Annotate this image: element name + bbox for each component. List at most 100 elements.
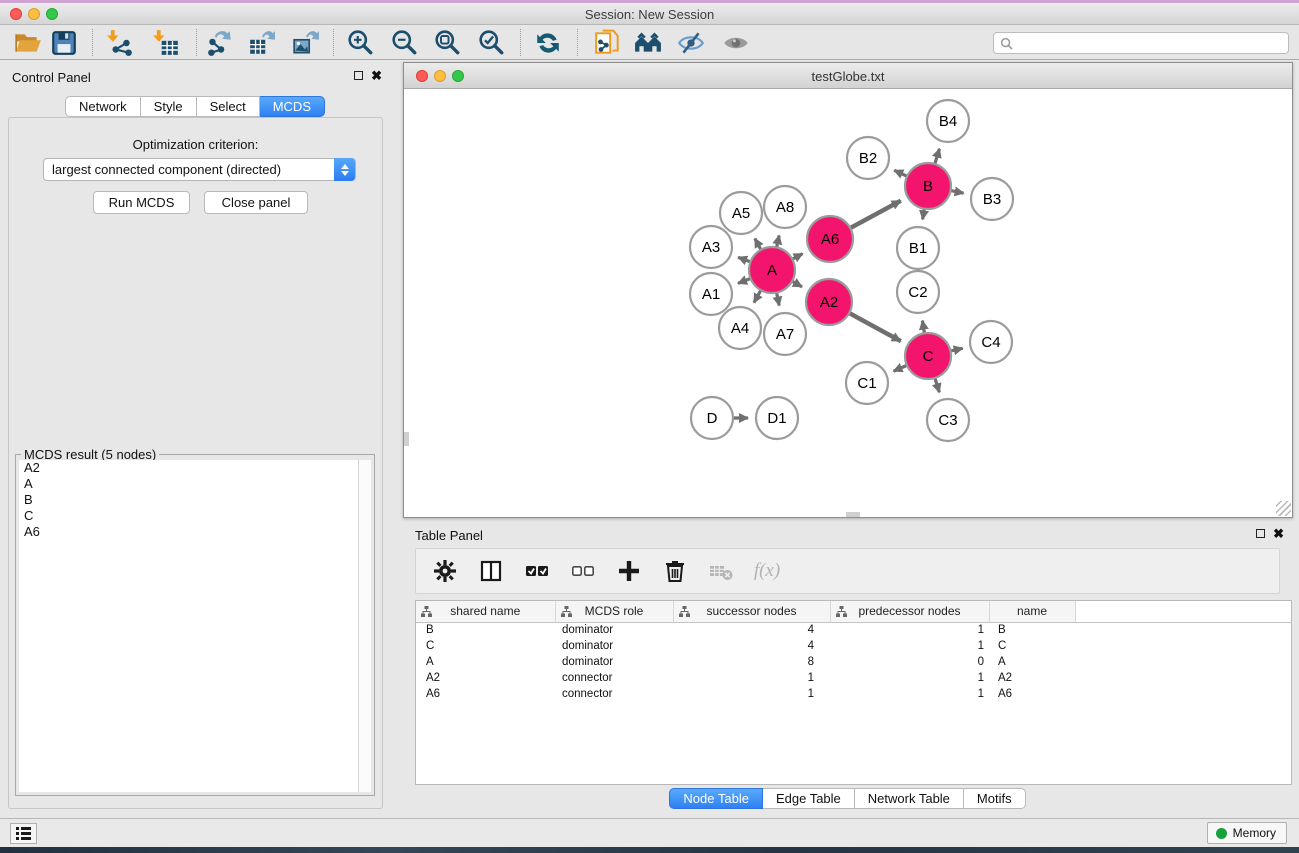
column-header-MCDS-role[interactable]: MCDS role bbox=[555, 601, 673, 622]
table-row[interactable]: Cdominator41C bbox=[416, 638, 1292, 654]
network-canvas[interactable]: B4B2BB3A5A8A6B1A3AC2A1A2A4A7C4CC1DD1C3 bbox=[404, 89, 1292, 517]
table-row[interactable]: A6connector11A6 bbox=[416, 686, 1292, 702]
cell[interactable]: A2 bbox=[416, 670, 555, 686]
cell[interactable]: A bbox=[416, 654, 555, 670]
graph-node-C[interactable]: C bbox=[905, 333, 951, 379]
mcds-result-list[interactable]: A2ABCA6 bbox=[19, 460, 358, 792]
tab-edge-table[interactable]: Edge Table bbox=[763, 788, 855, 809]
delete-rows-trash-icon[interactable] bbox=[662, 558, 688, 584]
search-input[interactable] bbox=[1017, 36, 1282, 50]
float-table-panel-icon[interactable] bbox=[1256, 529, 1265, 538]
vertical-scrollbar[interactable] bbox=[404, 432, 409, 446]
save-session-icon[interactable] bbox=[50, 29, 78, 57]
column-header-successor-nodes[interactable]: successor nodes bbox=[673, 601, 830, 622]
tab-style[interactable]: Style bbox=[141, 96, 197, 117]
cell[interactable]: 1 bbox=[673, 686, 830, 702]
graph-node-A5[interactable]: A5 bbox=[720, 192, 762, 234]
graph-node-B2[interactable]: B2 bbox=[847, 137, 889, 179]
memory-button[interactable]: Memory bbox=[1207, 822, 1287, 844]
zoom-fit-icon[interactable] bbox=[434, 29, 462, 57]
graph-node-C2[interactable]: C2 bbox=[897, 271, 939, 313]
graph-node-C1[interactable]: C1 bbox=[846, 362, 888, 404]
export-table-icon[interactable] bbox=[248, 29, 276, 57]
close-panel-button[interactable]: Close panel bbox=[204, 191, 308, 214]
cell[interactable]: A6 bbox=[416, 686, 555, 702]
column-header-predecessor-nodes[interactable]: predecessor nodes bbox=[830, 601, 989, 622]
column-header-shared-name[interactable]: shared name bbox=[416, 601, 555, 622]
criterion-dropdown[interactable]: largest connected component (directed) bbox=[43, 158, 356, 181]
tab-select[interactable]: Select bbox=[197, 96, 260, 117]
select-all-rows-icon[interactable] bbox=[524, 558, 550, 584]
graph-node-A6[interactable]: A6 bbox=[807, 216, 853, 262]
cell[interactable]: C bbox=[416, 638, 555, 654]
panel-list-button[interactable] bbox=[10, 823, 37, 844]
result-item[interactable]: C bbox=[19, 508, 358, 524]
result-item[interactable]: A6 bbox=[19, 524, 358, 540]
tab-network[interactable]: Network bbox=[65, 96, 141, 117]
network-graph[interactable]: B4B2BB3A5A8A6B1A3AC2A1A2A4A7C4CC1DD1C3 bbox=[404, 89, 1292, 517]
result-item[interactable]: A2 bbox=[19, 460, 358, 476]
result-scrollbar[interactable] bbox=[358, 460, 371, 792]
cell[interactable]: A2 bbox=[989, 670, 1075, 686]
graph-node-C4[interactable]: C4 bbox=[970, 321, 1012, 363]
graph-node-A1[interactable]: A1 bbox=[690, 273, 732, 315]
zoom-out-icon[interactable] bbox=[391, 29, 419, 57]
resize-grip[interactable] bbox=[1276, 501, 1291, 516]
export-image-icon[interactable] bbox=[292, 29, 320, 57]
graph-node-A7[interactable]: A7 bbox=[764, 313, 806, 355]
result-item[interactable]: A bbox=[19, 476, 358, 492]
close-panel-icon[interactable]: ✖ bbox=[371, 70, 382, 81]
float-panel-icon[interactable] bbox=[354, 71, 363, 80]
cell[interactable]: 8 bbox=[673, 654, 830, 670]
result-item[interactable]: B bbox=[19, 492, 358, 508]
cell[interactable]: 4 bbox=[673, 638, 830, 654]
cell[interactable]: 1 bbox=[830, 622, 989, 638]
run-mcds-button[interactable]: Run MCDS bbox=[93, 191, 190, 214]
graph-node-D1[interactable]: D1 bbox=[756, 397, 798, 439]
close-table-panel-icon[interactable]: ✖ bbox=[1273, 528, 1284, 539]
table-row[interactable]: Adominator80A bbox=[416, 654, 1292, 670]
cell[interactable]: A6 bbox=[989, 686, 1075, 702]
graph-node-A3[interactable]: A3 bbox=[690, 226, 732, 268]
tab-network-table[interactable]: Network Table bbox=[855, 788, 964, 809]
import-table-icon[interactable] bbox=[152, 29, 180, 57]
graph-node-A4[interactable]: A4 bbox=[719, 307, 761, 349]
table-settings-gear-icon[interactable] bbox=[432, 558, 458, 584]
table-row[interactable]: A2connector11A2 bbox=[416, 670, 1292, 686]
export-network-icon[interactable] bbox=[206, 29, 234, 57]
graph-node-B1[interactable]: B1 bbox=[897, 227, 939, 269]
graph-node-A[interactable]: A bbox=[749, 247, 795, 293]
graph-node-A8[interactable]: A8 bbox=[764, 186, 806, 228]
first-neighbors-icon[interactable] bbox=[634, 29, 662, 57]
graph-node-D[interactable]: D bbox=[691, 397, 733, 439]
cell[interactable]: 1 bbox=[830, 638, 989, 654]
cell[interactable]: connector bbox=[555, 670, 673, 686]
create-column-plus-icon[interactable] bbox=[616, 558, 642, 584]
network-window-titlebar[interactable]: testGlobe.txt bbox=[404, 63, 1292, 89]
open-session-icon[interactable] bbox=[14, 29, 42, 57]
graph-node-B4[interactable]: B4 bbox=[927, 100, 969, 142]
tab-motifs[interactable]: Motifs bbox=[964, 788, 1026, 809]
graph-node-B[interactable]: B bbox=[905, 163, 951, 209]
show-all-icon[interactable] bbox=[722, 29, 750, 57]
cell[interactable]: dominator bbox=[555, 622, 673, 638]
cell[interactable]: 1 bbox=[673, 670, 830, 686]
node-table[interactable]: shared nameMCDS rolesuccessor nodesprede… bbox=[416, 601, 1292, 702]
refresh-view-icon[interactable] bbox=[534, 29, 562, 57]
tab-node-table[interactable]: Node Table bbox=[669, 788, 763, 809]
import-network-icon[interactable] bbox=[106, 29, 134, 57]
zoom-selected-icon[interactable] bbox=[478, 29, 506, 57]
zoom-in-icon[interactable] bbox=[347, 29, 375, 57]
cell[interactable]: C bbox=[989, 638, 1075, 654]
horizontal-scrollbar[interactable] bbox=[846, 512, 860, 517]
column-header-name[interactable]: name bbox=[989, 601, 1075, 622]
cell[interactable]: 4 bbox=[673, 622, 830, 638]
cell[interactable]: A bbox=[989, 654, 1075, 670]
cell[interactable]: dominator bbox=[555, 654, 673, 670]
tab-mcds[interactable]: MCDS bbox=[260, 96, 325, 117]
cell[interactable]: dominator bbox=[555, 638, 673, 654]
cell[interactable]: 0 bbox=[830, 654, 989, 670]
show-columns-icon[interactable] bbox=[478, 558, 504, 584]
cell[interactable]: 1 bbox=[830, 670, 989, 686]
search-field[interactable] bbox=[993, 32, 1289, 54]
